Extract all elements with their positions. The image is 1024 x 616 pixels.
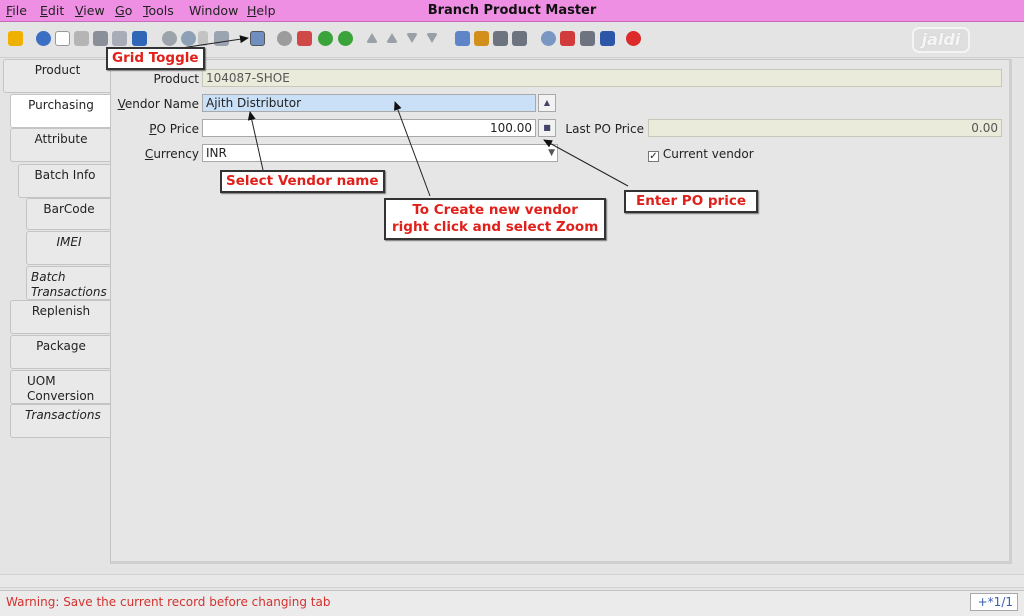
product-label: Product (153, 72, 199, 86)
detail-record-icon[interactable] (338, 31, 353, 46)
checkbox-icon: ✓ (648, 151, 659, 162)
status-bar: Warning: Save the current record before … (0, 590, 1024, 616)
record-count[interactable]: +*1/1 (970, 593, 1018, 611)
menu-edit[interactable]: Edit (40, 3, 64, 18)
tab-replenish[interactable]: Replenish (10, 300, 111, 334)
create-vendor-callout: To Create new vendor right click and sel… (384, 198, 607, 240)
tab-product[interactable]: Product (3, 59, 111, 93)
home-icon[interactable] (297, 31, 312, 46)
product-field: 104087-SHOE (202, 69, 1002, 87)
calculator-button[interactable]: ■ (538, 119, 556, 137)
chevron-down-icon: ▼ (548, 148, 555, 158)
parent-record-icon[interactable] (318, 31, 333, 46)
tab-imei[interactable]: IMEI (26, 231, 111, 265)
tab-purchasing[interactable]: Purchasing (10, 94, 111, 128)
product-info-icon[interactable] (600, 31, 615, 46)
tab-batch-transactions[interactable]: Batch Transactions (26, 266, 111, 300)
next-record-icon[interactable] (406, 33, 418, 43)
po-price-field[interactable]: 100.00 (202, 119, 536, 137)
vendor-lookup-button[interactable]: ▲ (538, 94, 556, 112)
vendor-name-field[interactable]: Ajith Distributor (202, 94, 536, 112)
status-message: Warning: Save the current record before … (6, 595, 331, 609)
undo-icon[interactable] (8, 31, 23, 46)
help-icon[interactable] (36, 31, 51, 46)
last-po-price-label: Last PO Price (565, 122, 644, 136)
calculator-icon: ■ (543, 123, 551, 132)
menu-bar: File Edit View Go Tools Window Help Bran… (0, 0, 1024, 22)
menu-help[interactable]: Help (247, 3, 276, 18)
new-record-icon[interactable] (55, 31, 70, 46)
tab-uom-conversion[interactable]: UOM Conversion (10, 370, 111, 404)
history-icon[interactable] (277, 31, 292, 46)
lookup-icon: ▲ (543, 98, 551, 107)
menu-window[interactable]: Window (189, 3, 238, 18)
request-icon[interactable] (580, 31, 595, 46)
zoom-across-icon[interactable] (541, 31, 556, 46)
grid-toggle-callout: Grid Toggle (106, 47, 205, 70)
last-po-price-field: 0.00 (648, 119, 1002, 137)
last-record-icon[interactable] (426, 33, 438, 43)
report-icon[interactable] (455, 31, 470, 46)
find-icon[interactable] (181, 31, 196, 46)
print-preview-icon[interactable] (493, 31, 508, 46)
current-vendor-label: Current vendor (662, 147, 754, 161)
tab-package[interactable]: Package (10, 335, 111, 369)
print-icon[interactable] (512, 31, 527, 46)
separator (0, 574, 1024, 588)
archive-icon[interactable] (474, 31, 489, 46)
save-icon[interactable] (132, 31, 147, 46)
chat-icon[interactable] (214, 31, 229, 46)
delete-record-icon[interactable] (93, 31, 108, 46)
po-price-label: PO Price (149, 122, 199, 136)
menu-file[interactable]: File (6, 3, 27, 18)
menu-tools[interactable]: Tools (143, 3, 174, 18)
attachment-icon[interactable] (198, 31, 208, 46)
tab-transactions[interactable]: Transactions (10, 404, 111, 438)
refresh-icon[interactable] (162, 31, 177, 46)
enter-po-price-callout: Enter PO price (624, 190, 758, 213)
copy-record-icon[interactable] (74, 31, 89, 46)
jaldi-logo: jaldi (912, 27, 970, 53)
previous-record-icon[interactable] (386, 33, 398, 43)
delete-selection-icon[interactable] (112, 31, 127, 46)
workflow-icon[interactable] (560, 31, 575, 46)
currency-select[interactable]: INR ▼ (202, 144, 558, 162)
close-window-icon[interactable] (626, 31, 641, 46)
current-vendor-checkbox[interactable]: ✓ Current vendor (648, 147, 754, 162)
menu-view[interactable]: View (75, 3, 105, 18)
tab-batch-info[interactable]: Batch Info (18, 164, 111, 198)
grid-toggle-icon[interactable] (250, 31, 265, 46)
first-record-icon[interactable] (366, 33, 378, 43)
menu-go[interactable]: Go (115, 3, 132, 18)
tab-barcode[interactable]: BarCode (26, 198, 111, 230)
vendor-name-label: Vendor Name (117, 97, 199, 111)
tab-attribute[interactable]: Attribute (10, 128, 111, 162)
select-vendor-callout: Select Vendor name (220, 170, 385, 193)
currency-label: Currency (144, 147, 199, 161)
